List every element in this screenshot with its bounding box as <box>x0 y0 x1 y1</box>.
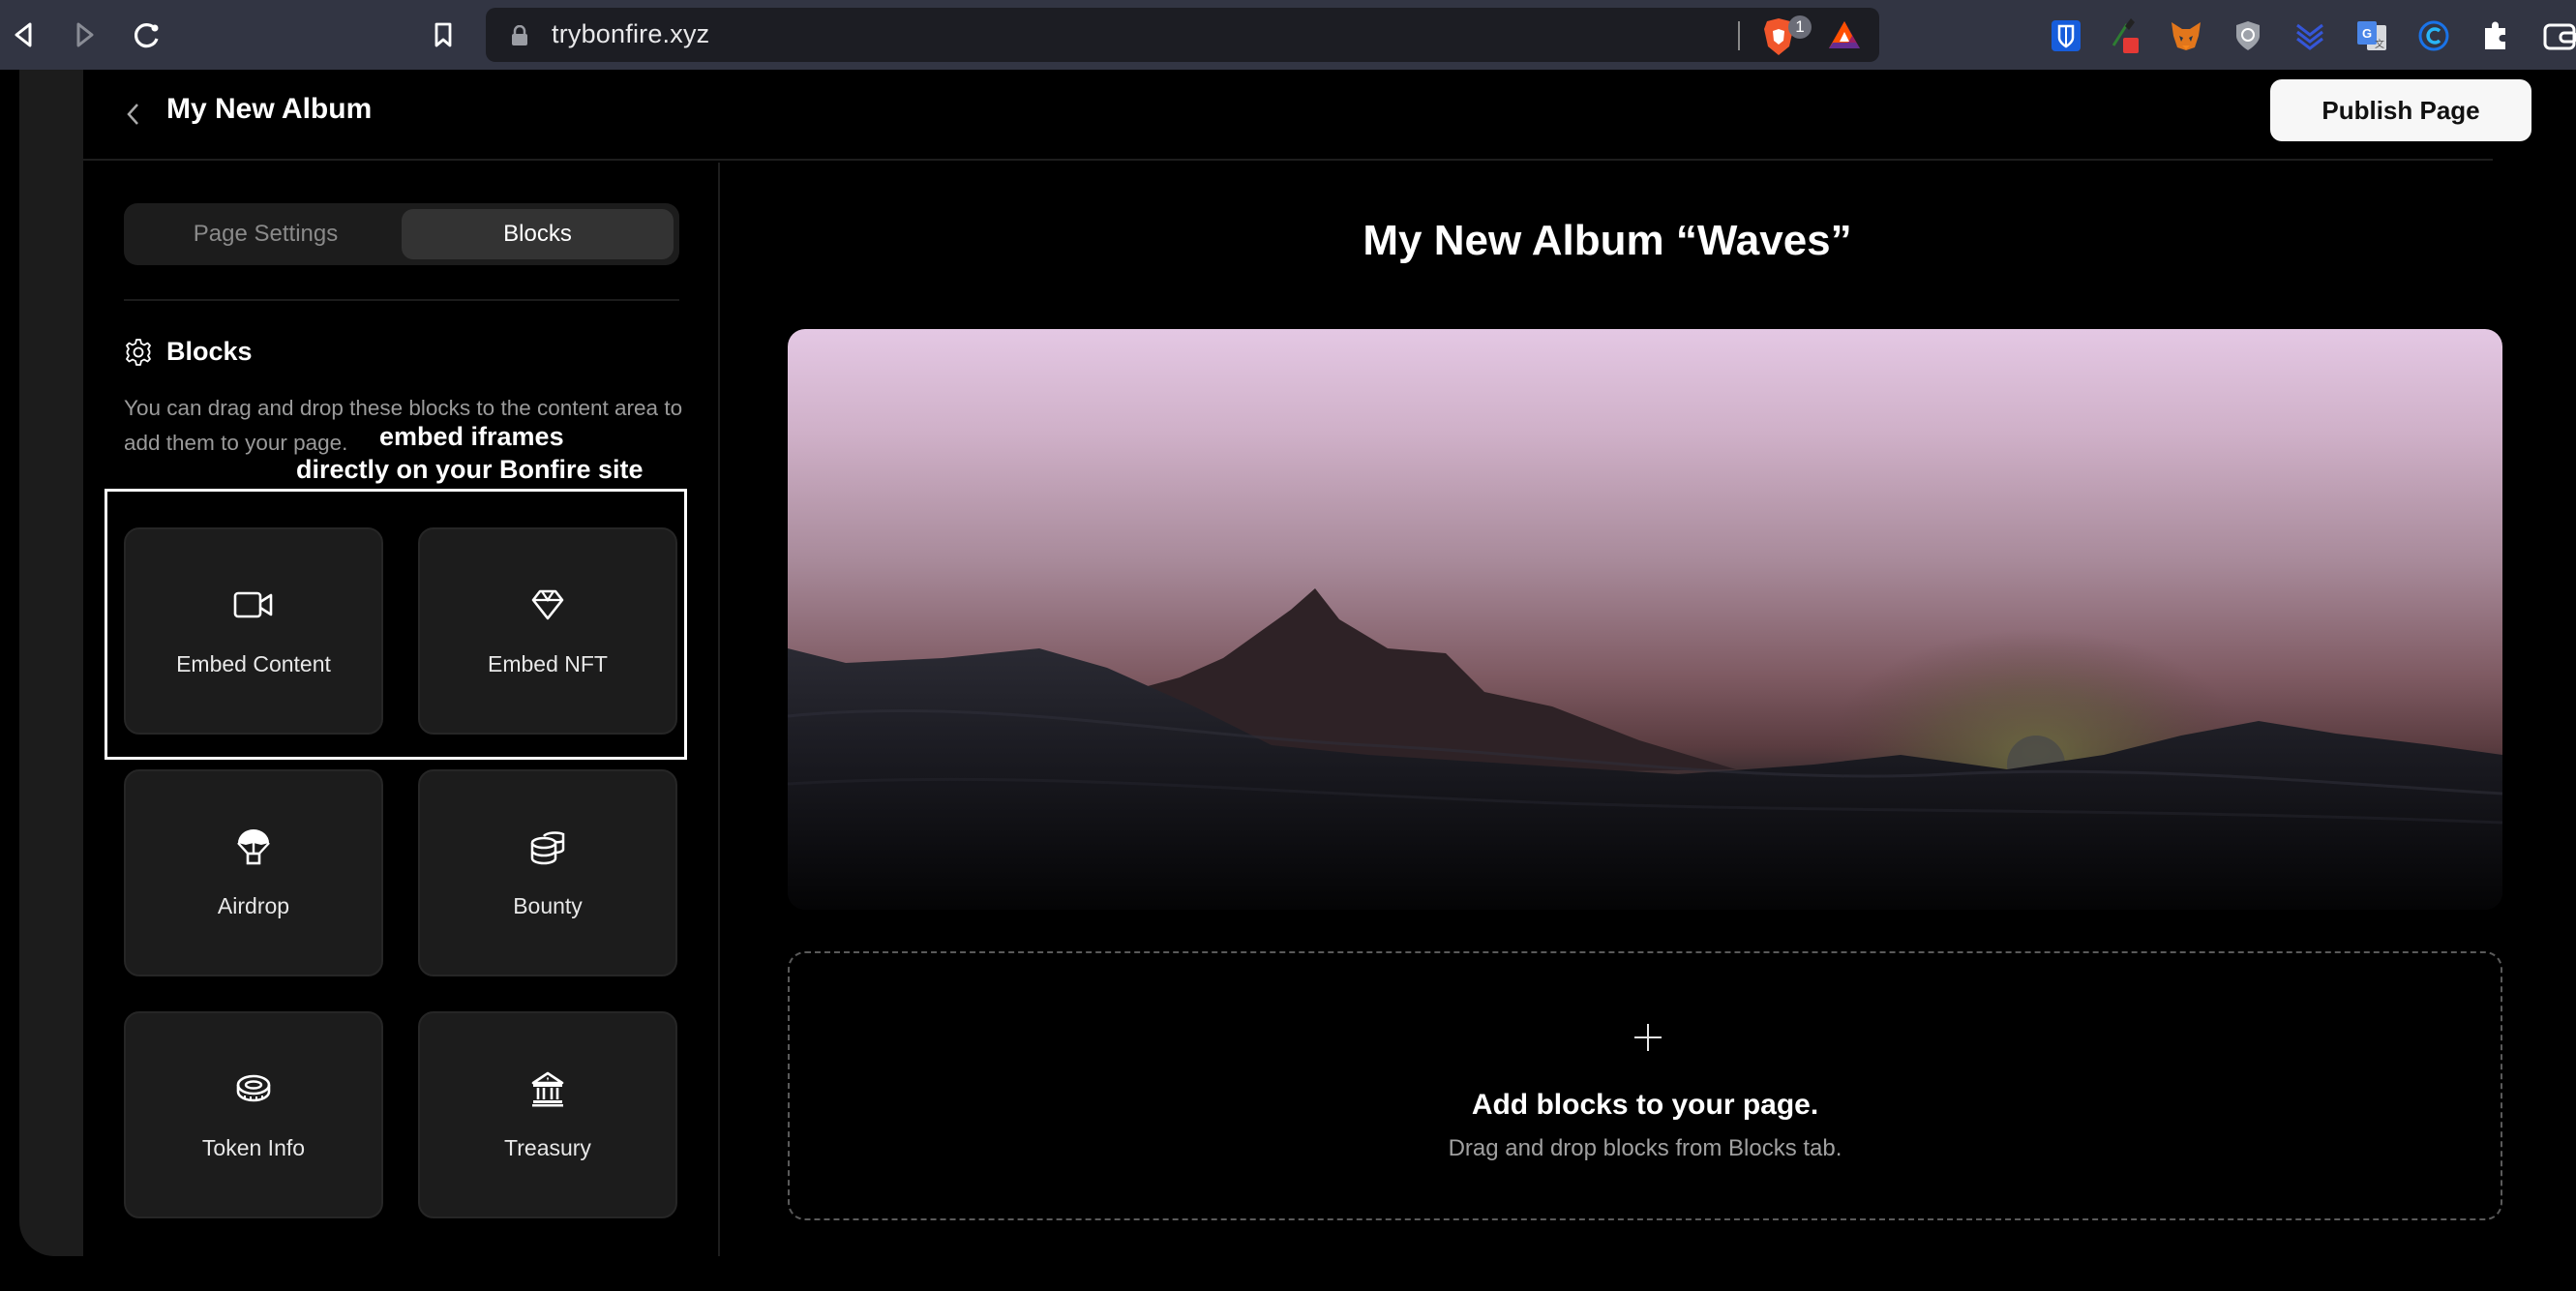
chevron-stack-extension[interactable] <box>2291 17 2328 54</box>
back-triangle-icon <box>15 22 32 47</box>
editor-header: My New Album Publish Page <box>83 70 2531 161</box>
publish-page-button[interactable]: Publish Page <box>2270 79 2531 141</box>
token-coin-icon <box>236 1074 271 1101</box>
color-picker-icon <box>2112 18 2139 53</box>
page-heading[interactable]: My New Album “Waves” <box>722 217 2493 265</box>
gear-icon <box>126 338 151 366</box>
block-embed-nft[interactable]: Embed NFT <box>418 527 677 735</box>
chevron-stack-extension-icon <box>2296 23 2323 50</box>
mountain-waves-sunset-image <box>788 588 2502 910</box>
browser-toolbar: trybonfire.xyz 1 G文 <box>0 0 2576 70</box>
hero-image[interactable] <box>788 329 2502 910</box>
bank-icon <box>531 1071 564 1106</box>
wallet-extension[interactable] <box>2541 17 2576 54</box>
video-camera-icon <box>233 591 273 617</box>
blocks-section-header: Blocks <box>124 337 253 367</box>
page-canvas: My New Album “Waves” Add blocks to your … <box>722 163 2502 1256</box>
bitwarden-icon <box>2052 20 2081 51</box>
annotation-line-2: directly on your Bonfire site <box>296 455 644 484</box>
blocks-section-title: Blocks <box>166 337 253 366</box>
block-embed-content[interactable]: Embed Content <box>124 527 383 735</box>
lock-icon <box>512 25 527 45</box>
block-label: Airdrop <box>217 892 290 918</box>
left-collapsed-rail <box>19 70 83 1256</box>
annotation-line-1: embed iframes <box>379 422 564 451</box>
c-circle-extension[interactable] <box>2415 17 2452 54</box>
c-circle-extension-icon <box>2418 20 2449 51</box>
tab-blocks[interactable]: Blocks <box>402 209 674 259</box>
block-bounty[interactable]: Bounty <box>418 769 677 976</box>
bookmark-button[interactable] <box>426 17 461 52</box>
editor-sidebar: Page Settings Blocks Blocks You can drag… <box>83 163 720 1256</box>
wallet-icon <box>2543 23 2576 50</box>
google-translate-extension[interactable]: G文 <box>2353 17 2390 54</box>
diamond-icon <box>531 589 564 619</box>
add-blocks-drop-zone[interactable]: Add blocks to your page. Drag and drop b… <box>788 951 2502 1220</box>
extensions-menu-button[interactable] <box>2477 17 2514 54</box>
browser-back-button[interactable] <box>6 17 41 52</box>
bitwarden-extension[interactable] <box>2048 17 2084 54</box>
coins-stack-icon <box>530 830 565 864</box>
reload-icon <box>135 23 159 48</box>
plus-icon <box>1634 1024 1662 1051</box>
svg-text:G: G <box>2362 26 2372 41</box>
url-text[interactable]: trybonfire.xyz <box>552 19 709 49</box>
block-label: Token Info <box>201 1134 306 1160</box>
shield-extension[interactable] <box>2230 17 2266 54</box>
block-label: Embed NFT <box>488 650 608 676</box>
google-translate-icon: G文 <box>2357 21 2386 50</box>
tab-page-settings[interactable]: Page Settings <box>130 209 402 259</box>
block-treasury[interactable]: Treasury <box>418 1011 677 1218</box>
address-bar[interactable]: trybonfire.xyz 1 <box>486 8 1879 62</box>
browser-forward-button[interactable] <box>68 17 103 52</box>
brave-shields-count: 1 <box>1788 15 1812 39</box>
browser-reload-button[interactable] <box>130 17 165 52</box>
drop-zone-title: Add blocks to your page. <box>1471 1089 1819 1121</box>
shield-extension-icon <box>2236 21 2260 50</box>
block-token-info[interactable]: Token Info <box>124 1011 383 1218</box>
block-label: Treasury <box>504 1134 591 1160</box>
block-airdrop[interactable]: Airdrop <box>124 769 383 976</box>
sidebar-divider <box>124 299 679 301</box>
puzzle-extensions-icon <box>2485 21 2505 49</box>
block-label: Bounty <box>513 892 583 918</box>
bookmark-icon <box>434 22 452 47</box>
forward-triangle-icon <box>76 22 94 47</box>
block-label: Embed Content <box>176 650 331 676</box>
brave-rewards-icon[interactable] <box>1827 19 1862 50</box>
drop-zone-subtitle: Drag and drop blocks from Blocks tab. <box>1448 1135 1842 1161</box>
svg-text:文: 文 <box>2375 38 2384 50</box>
album-title: My New Album <box>166 93 373 125</box>
sidebar-tabs: Page Settings Blocks <box>124 203 679 265</box>
back-chevron-icon[interactable] <box>120 97 149 132</box>
page-editor: My New Album Publish Page Page Settings … <box>83 70 2576 1256</box>
address-bar-separator <box>1738 21 1740 50</box>
metamask-extension[interactable] <box>2168 17 2204 54</box>
metamask-icon <box>2172 22 2201 50</box>
parachute-icon <box>237 828 270 864</box>
color-picker-extension[interactable] <box>2108 17 2144 54</box>
